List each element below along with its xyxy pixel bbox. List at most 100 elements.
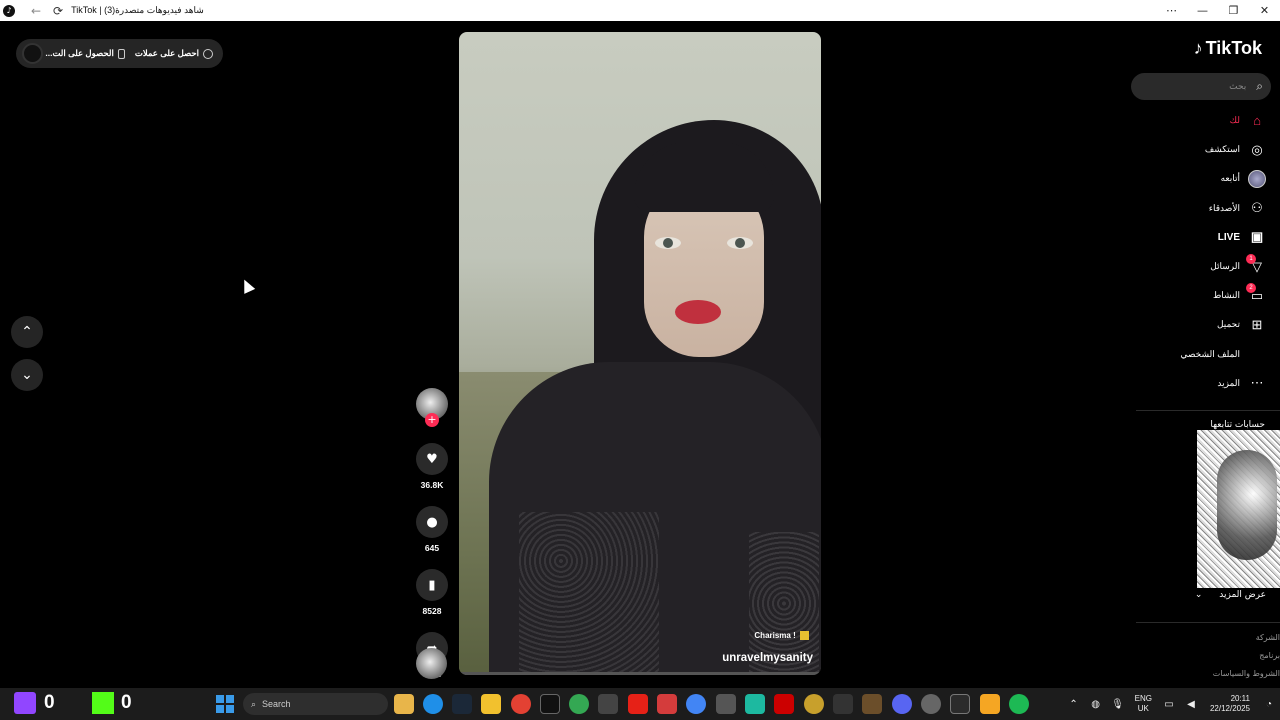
back-icon[interactable]: ← [27,4,45,18]
chrome-alt-icon[interactable] [686,694,706,714]
store-icon[interactable] [394,694,414,714]
sidebar-item-upload[interactable]: ⊞ تحميل [1166,310,1266,339]
volume-icon[interactable]: ◀ [1180,699,1202,710]
app-gray-icon[interactable] [716,694,736,714]
comment-count: 645 [424,543,440,553]
chrome-icon[interactable] [511,694,531,714]
tiktok-taskbar-icon[interactable] [540,694,560,714]
next-creator-avatar[interactable] [416,648,447,679]
youtube-music-icon[interactable] [774,694,794,714]
more-icon: ⋯ [1250,375,1264,391]
phone-icon [117,48,125,59]
tiktok-app-icon: ♪ [3,4,15,17]
sidebar-item-label: الرسائل [1210,261,1240,272]
chevron-up-icon[interactable]: ⌃ [1063,699,1085,710]
notification-icon[interactable]: ◔ [1258,699,1280,710]
more-options-icon[interactable]: ⋯ [1156,0,1187,21]
save-button[interactable]: ▮ [416,569,448,601]
file-explorer-icon[interactable] [481,694,501,714]
network-icon[interactable]: ▭ [1158,699,1180,710]
maximize-button[interactable]: ❐ [1218,0,1249,21]
sidebar-item-following[interactable]: أتابعه [1166,164,1266,193]
following-accounts-title: حسابات تتابعها [1210,420,1265,430]
windows-taskbar: 0 0 ⌕ Search ⌃ ◍ 🎙 ENG UK ▭ ◀ 20:11 22/1… [0,688,1280,720]
sidebar-item-messages[interactable]: ▽ 1 الرسائل [1166,252,1266,281]
sidebar-item-activity[interactable]: ▭ 2 النشاط [1166,281,1266,310]
sidebar-item-explore[interactable]: ◎ استكشف [1166,135,1266,164]
clock[interactable]: 20:11 22/12/2025 [1210,694,1250,714]
messages-badge: 1 [1246,253,1256,264]
get-app-button[interactable]: الحصول على الت... [45,48,125,59]
sidebar-item-label: الملف الشخصي [1180,348,1240,359]
save-count: 8528 [422,606,442,616]
sidebar-item-profile[interactable]: الملف الشخصي [1166,340,1266,369]
sidebar-item-label: المزيد [1217,377,1240,388]
get-coins-button[interactable]: احصل على عملات [135,48,213,59]
epic-games-icon[interactable] [598,694,618,714]
minimize-button[interactable]: — [1187,0,1218,21]
sidebar-item-for-you[interactable]: ⌂ لك [1166,106,1266,135]
sidebar-item-live[interactable]: ▣ LIVE [1166,223,1266,252]
music-label[interactable]: Charisma ! [754,631,809,640]
bookmark-icon: ▮ [428,577,436,593]
home-icon: ⌂ [1253,113,1261,129]
get-app-label: الحصول على الت... [45,48,114,58]
video-embroidery [519,512,659,675]
app-teal-icon[interactable] [745,694,765,714]
microphone-icon[interactable]: 🎙 [1107,699,1129,710]
window-controls: ⋯ — ❐ ✕ [1156,0,1280,21]
sidebar-nav: ⌂ لك ◎ استكشف أتابعه ⚇ الأصدقاء ▣ LIVE ▽… [1166,106,1266,398]
steam-icon[interactable] [452,694,472,714]
see-more-link[interactable]: عرض المزيد ⌄ [1195,590,1266,600]
toggle-icon[interactable] [22,43,43,64]
app-gold-icon[interactable] [804,694,824,714]
tiktok-logo[interactable]: ♪ TikTok [1194,38,1262,59]
comment-icon: ● [426,514,438,530]
creator-handle[interactable]: unravelmysanity [722,652,813,664]
like-count: 36.8K [420,480,444,490]
taskbar-search[interactable]: ⌕ Search [243,693,388,715]
sidebar-item-label: تحميل [1216,319,1240,330]
twitch-icon[interactable] [14,692,36,714]
chevron-up-icon: ⌃ [21,324,33,340]
sidebar-item-friends[interactable]: ⚇ الأصدقاء [1166,194,1266,223]
video-progress-bar[interactable] [459,672,821,675]
start-button[interactable] [216,695,234,713]
youtube-icon[interactable] [628,694,648,714]
sidebar-item-label: النشاط [1212,290,1240,301]
spotify-icon[interactable] [1009,694,1029,714]
chrome-profile-icon[interactable] [569,694,589,714]
footer-terms-link[interactable]: الشروط والسياسات [1213,669,1280,678]
following-account-thumbnail[interactable] [1197,430,1280,588]
tray-app-icon[interactable]: ◍ [1085,699,1107,710]
language-indicator[interactable]: ENG UK [1135,694,1152,714]
edge-icon[interactable] [423,694,443,714]
like-button[interactable]: ♥ [416,443,448,475]
footer-program-link[interactable]: برنامج [1259,651,1280,660]
kick-count: 0 [121,692,132,713]
close-button[interactable]: ✕ [1249,0,1280,21]
search-icon[interactable]: ⌕ [1256,79,1263,94]
discord-icon[interactable] [892,694,912,714]
app-brown-icon[interactable] [862,694,882,714]
app-red-icon[interactable] [657,694,677,714]
messages-icon: ▽ 1 [1246,253,1266,276]
kick-icon[interactable] [92,692,114,714]
terminal-icon[interactable] [950,694,970,714]
comment-button[interactable]: ● [416,506,448,538]
previous-video-button[interactable]: ⌃ [11,316,43,348]
app-orange-icon[interactable] [980,694,1000,714]
music-icon [800,631,809,640]
next-video-button[interactable]: ⌄ [11,359,43,391]
video-player[interactable]: Charisma ! unravelmysanity [459,32,821,675]
activity-badge: 2 [1246,282,1256,293]
reload-icon[interactable]: ⟳ [53,4,63,18]
app-dark-icon[interactable] [833,694,853,714]
keyboard-layout: UK [1137,704,1149,713]
follow-plus-icon[interactable]: + [425,413,439,427]
chevron-down-icon: ⌄ [1194,590,1203,600]
footer-company-link[interactable]: الشركة [1256,633,1280,642]
settings-icon[interactable] [921,694,941,714]
search-box[interactable]: ⌕ بحث [1131,73,1271,100]
sidebar-item-more[interactable]: ⋯ المزيد [1166,369,1266,398]
